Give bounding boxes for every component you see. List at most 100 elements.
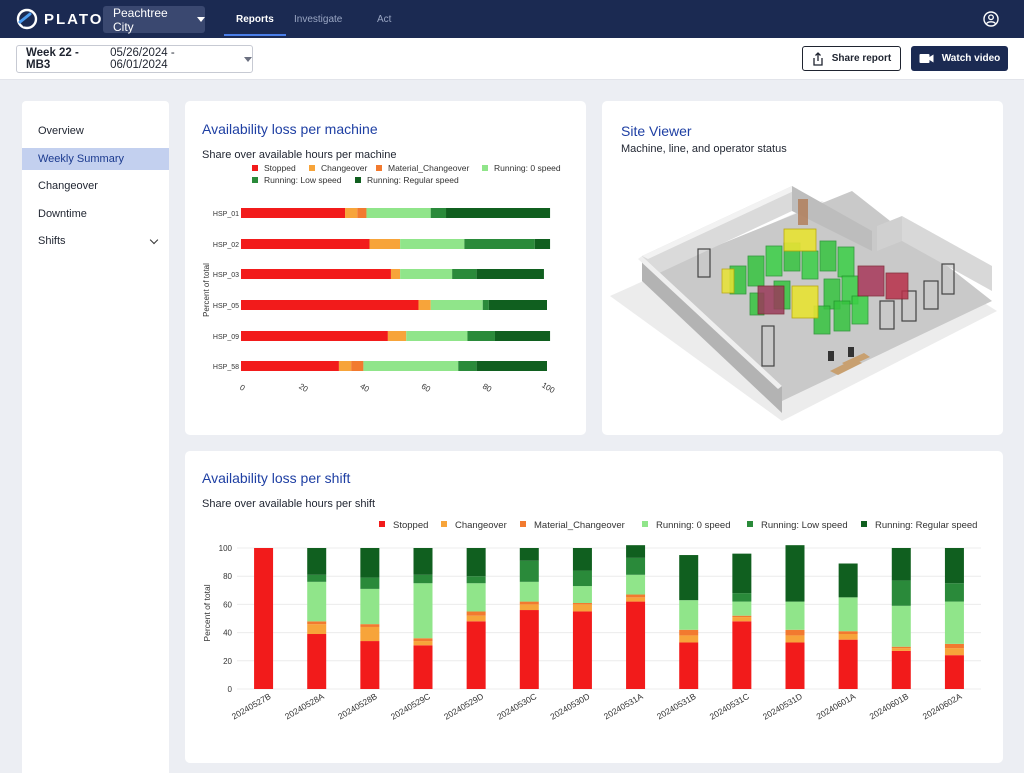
brand-logo[interactable]: PLATO: [16, 8, 103, 30]
x-tick-label: 20240530D: [548, 691, 591, 722]
sidebar-item-label: Shifts: [38, 235, 66, 247]
bar-material-changeover-20240601b: [891, 646, 911, 649]
bar-material-changeover-20240601a: [838, 631, 858, 635]
bar-running-low-speed-20240602a: [944, 583, 964, 602]
category-label: HSP_58: [213, 364, 239, 371]
x-tick-label: 20240529C: [389, 691, 432, 722]
user-account-icon[interactable]: [983, 11, 999, 27]
x-tick-label: 20240531A: [602, 691, 645, 722]
bar-stopped-20240601b: [891, 650, 911, 689]
legend-label: Running: Regular speed: [875, 520, 977, 531]
bar-running-low-speed-20240601b: [891, 580, 911, 606]
video-camera-icon: [919, 54, 934, 63]
bar-material-changeover-20240528b: [360, 624, 380, 627]
brand-name: PLATO: [44, 10, 104, 28]
bar-running-regular-speed-20240531a: [626, 545, 646, 558]
week-label: Week 22 - MB3: [26, 47, 79, 71]
sidebar-item-label: Weekly Summary: [38, 152, 124, 165]
legend-label: Stopped: [264, 163, 296, 173]
share-report-button[interactable]: Share report: [802, 46, 901, 71]
bar-running-0-speed-hsp-03: [400, 269, 453, 279]
x-tick-label: 20240601B: [868, 691, 911, 722]
shift-loss-chart: Stopped Changeover Material_Changeover Runn…: [202, 520, 981, 722]
y-axis-label: Percent of total: [202, 584, 212, 641]
bar-running-low-speed-20240528a: [307, 574, 327, 582]
legend-swatch: [355, 177, 361, 183]
bar-stopped-20240530c: [519, 610, 539, 689]
tab-investigate[interactable]: Investigate: [294, 0, 342, 38]
bar-changeover-20240530d: [572, 604, 592, 612]
bar-changeover-hsp-58: [338, 361, 352, 371]
bar-stopped-20240529d: [466, 621, 486, 689]
sidebar-item-overview[interactable]: Overview: [22, 120, 169, 142]
site-selector-label: Peachtree City: [113, 5, 168, 34]
category-label: HSP_05: [213, 303, 239, 310]
sidebar-item-label: Overview: [38, 125, 84, 137]
bar-stopped-20240531b: [679, 642, 699, 689]
bar-material-changeover-20240530c: [519, 601, 539, 605]
bar-running-0-speed-20240531b: [679, 600, 699, 630]
x-tick-label: 20240527B: [230, 691, 273, 722]
bar-running-regular-speed-20240530d: [572, 548, 592, 571]
tab-act[interactable]: Act: [377, 0, 391, 38]
bar-stopped-20240531a: [626, 601, 646, 689]
x-tick-label: 100: [540, 381, 557, 396]
sidebar-item-downtime[interactable]: Downtime: [22, 203, 169, 225]
bar-stopped-hsp-02: [241, 239, 370, 249]
site-3d-view[interactable]: [602, 101, 1003, 435]
bar-running-low-speed-20240531a: [626, 557, 646, 575]
legend-swatch: [642, 521, 648, 527]
bar-stopped-hsp-03: [241, 269, 391, 279]
watch-video-button[interactable]: Watch video: [911, 46, 1008, 71]
bar-changeover-hsp-01: [345, 208, 358, 218]
tab-label: Reports: [236, 13, 274, 25]
sidebar: Overview Weekly Summary Changeover Downt…: [22, 101, 169, 773]
bar-stopped-20240602a: [944, 655, 964, 689]
week-selector[interactable]: Week 22 - MB3 05/26/2024 - 06/01/2024: [16, 45, 253, 73]
sidebar-item-label: Changeover: [38, 180, 98, 192]
x-tick-label: 60: [420, 382, 433, 395]
bar-changeover-20240601b: [891, 648, 911, 651]
bar-stopped-20240527b: [254, 548, 274, 689]
legend-swatch: [747, 521, 753, 527]
legend-swatch: [520, 521, 526, 527]
legend-label: Changeover: [321, 163, 367, 173]
legend-swatch: [441, 521, 447, 527]
x-tick-label: 20240530C: [495, 691, 538, 722]
bar-material-changeover-20240531c: [732, 615, 752, 618]
report-toolbar: Week 22 - MB3 05/26/2024 - 06/01/2024 Sh…: [0, 38, 1024, 80]
site-selector[interactable]: Peachtree City: [103, 5, 205, 34]
bar-changeover-20240531a: [626, 597, 646, 602]
bar-stopped-hsp-05: [241, 300, 419, 310]
bar-stopped-20240529c: [413, 645, 433, 689]
bar-running-regular-speed-20240529d: [466, 548, 486, 577]
bar-material-changeover-20240530d: [572, 602, 592, 605]
bar-running-0-speed-20240531d: [785, 601, 805, 630]
bar-stopped-20240528a: [307, 634, 327, 689]
tab-reports[interactable]: Reports: [224, 0, 286, 38]
bar-changeover-20240601a: [838, 634, 858, 640]
legend-label: Stopped: [393, 520, 428, 531]
bar-changeover-hsp-05: [418, 300, 431, 310]
bar-running-regular-speed-20240528b: [360, 548, 380, 578]
bar-running-low-speed-hsp-02: [464, 239, 535, 249]
category-label: HSP_02: [213, 242, 239, 249]
bar-running-0-speed-20240602a: [944, 601, 964, 644]
bar-running-regular-speed-hsp-58: [476, 361, 547, 371]
legend-swatch: [309, 165, 315, 171]
x-tick-label: 0: [238, 383, 247, 393]
sidebar-item-shifts[interactable]: Shifts: [22, 230, 169, 252]
sidebar-item-weekly-summary[interactable]: Weekly Summary: [22, 147, 169, 170]
y-tick-label: 60: [223, 600, 232, 609]
bar-running-low-speed-20240530d: [572, 570, 592, 587]
legend-label: Running: Low speed: [264, 175, 342, 185]
sidebar-item-changeover[interactable]: Changeover: [22, 175, 169, 197]
legend-label: Changeover: [455, 520, 507, 531]
legend-swatch: [252, 177, 258, 183]
site-viewer-card: Site Viewer Machine, line, and operator …: [602, 101, 1003, 435]
y-tick-label: 80: [223, 572, 232, 581]
bar-stopped-20240528b: [360, 641, 380, 689]
bar-changeover-20240529c: [413, 641, 433, 646]
chevron-down-icon: [197, 17, 205, 22]
bar-changeover-20240528a: [307, 624, 327, 635]
